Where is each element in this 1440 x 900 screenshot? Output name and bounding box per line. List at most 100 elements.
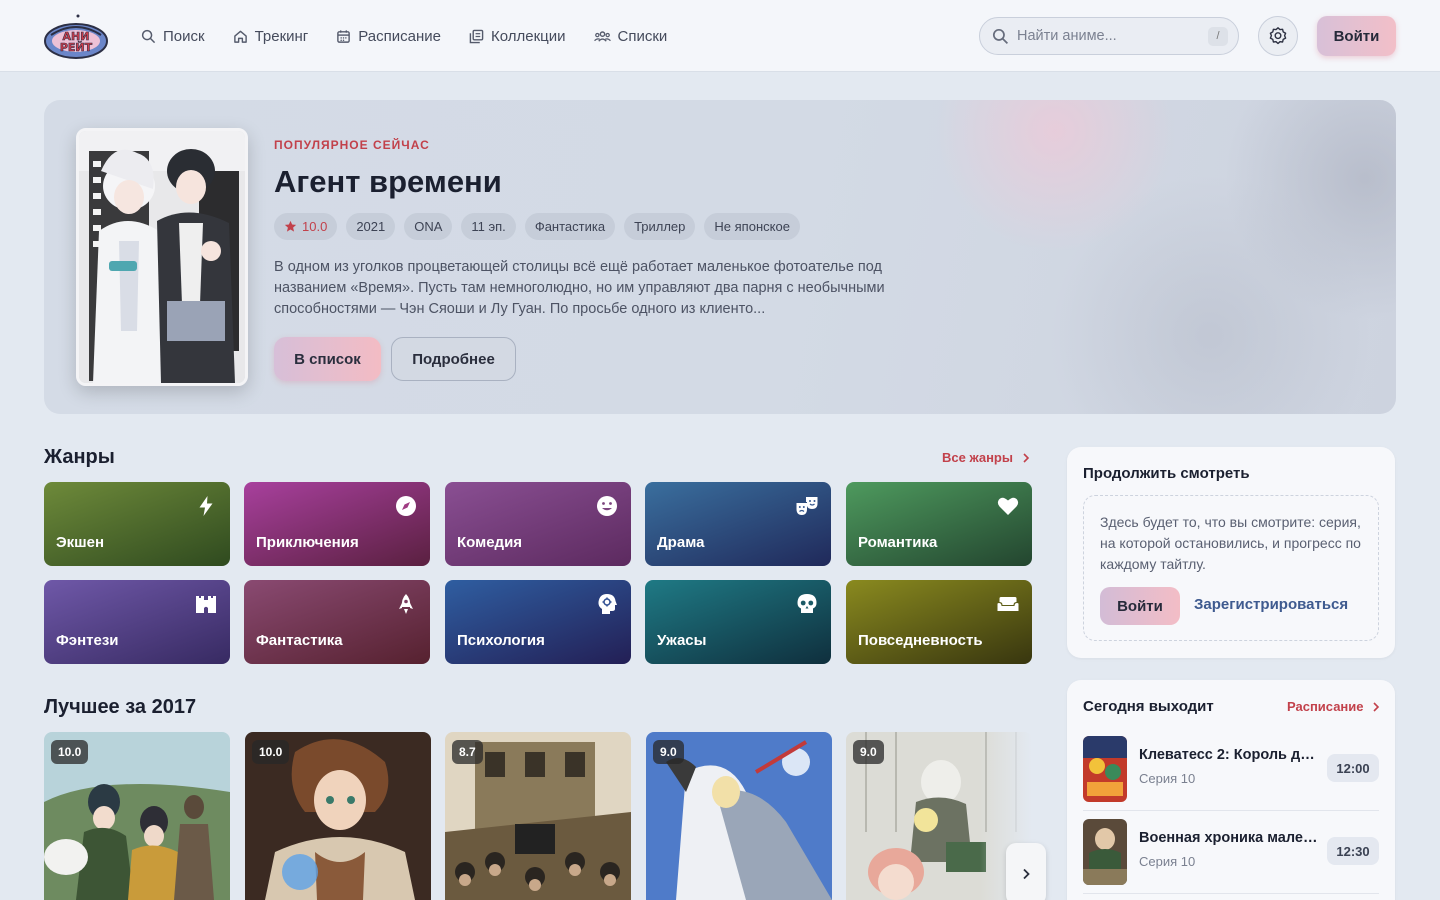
calendar-icon [337, 29, 351, 43]
panel-login-button[interactable]: Войти [1100, 587, 1180, 625]
schedule-link[interactable]: Расписание [1287, 699, 1383, 714]
nav-schedule[interactable]: Расписание [336, 22, 441, 50]
settings-button[interactable] [1258, 16, 1298, 56]
hero-poster[interactable] [76, 128, 248, 386]
genre-card-fantasy[interactable]: Фэнтези [44, 580, 230, 664]
today-title: Сегодня выходит [1083, 698, 1214, 715]
login-button[interactable]: Войти [1317, 16, 1396, 56]
continue-watching-panel: Продолжить смотреть Здесь будет то, что … [1067, 447, 1395, 658]
genre-card-action[interactable]: Экшен [44, 482, 230, 566]
smile-icon [597, 496, 617, 516]
all-genres-link[interactable]: Все жанры [942, 450, 1033, 465]
schedule-time-badge: 12:00 [1327, 754, 1379, 782]
schedule-item[interactable]: Клеватесс 2: Король де... Серия 10 12:00 [1083, 736, 1379, 819]
score-badge: 8.7 [452, 740, 483, 764]
meta-chip-genre: Фантастика [524, 213, 616, 240]
sofa-icon [997, 597, 1019, 611]
schedule-item[interactable]: Военная хроника мален... Серия 10 12:30 [1083, 819, 1379, 900]
schedule-link-label: Расписание [1287, 699, 1364, 714]
meta-chip-format: ONA [404, 213, 453, 240]
users-icon [593, 30, 611, 42]
schedule-thumbnail [1083, 819, 1127, 885]
register-link[interactable]: Зарегистрироваться [1194, 596, 1348, 613]
search-box[interactable]: / [979, 17, 1239, 55]
nav-search-label: Поиск [163, 27, 205, 45]
anime-card[interactable]: 10.0 [44, 732, 230, 900]
search-input[interactable] [1017, 28, 1197, 44]
divider [1083, 810, 1379, 811]
meta-chip-episodes: 11 эп. [461, 213, 516, 240]
schedule-episode: Серия 10 [1139, 854, 1196, 869]
schedule-title: Клеватесс 2: Король де... [1139, 747, 1319, 763]
genre-card-romance[interactable]: Романтика [846, 482, 1032, 566]
nav-tracking[interactable]: Трекинг [233, 22, 309, 50]
schedule-time-badge: 12:30 [1327, 837, 1379, 865]
genre-card-psychology[interactable]: Психология [445, 580, 631, 664]
empty-state-text: Здесь будет то, что вы смотрите: серия, … [1100, 514, 1361, 572]
genre-label: Фантастика [256, 632, 343, 649]
nav-tracking-label: Трекинг [254, 27, 309, 45]
details-button[interactable]: Подробнее [391, 337, 516, 381]
rating-value: 10.0 [302, 219, 328, 234]
hero-banner: ПОПУЛЯРНОЕ СЕЙЧАС Агент времени 10.0 202… [44, 100, 1396, 414]
chevron-right-icon [1023, 868, 1030, 880]
gear-icon [1269, 27, 1287, 45]
brain-icon [598, 594, 617, 614]
star-icon [284, 220, 297, 232]
genre-label: Повседневность [858, 632, 983, 649]
castle-icon [196, 596, 216, 613]
hero-meta-chips: 10.0 2021 ONA 11 эп. Фантастика Триллер … [274, 213, 809, 240]
genre-label: Драма [657, 534, 705, 551]
continue-watching-empty-state: Здесь будет то, что вы смотрите: серия, … [1083, 495, 1379, 641]
genre-label: Комедия [457, 534, 523, 551]
divider [1083, 893, 1379, 894]
nav-collections[interactable]: Коллекции [469, 22, 566, 50]
add-to-list-button[interactable]: В список [274, 337, 381, 381]
genre-label: Романтика [858, 534, 938, 551]
nav-collections-label: Коллекции [490, 27, 566, 45]
heart-icon [997, 497, 1019, 515]
schedule-thumbnail [1083, 736, 1127, 802]
main-nav: Поиск Трекинг Расписание Коллекции Списк… [141, 22, 695, 50]
genre-card-sci-fi[interactable]: Фантастика [244, 580, 430, 664]
collections-icon [469, 29, 484, 43]
genre-label: Экшен [56, 534, 105, 551]
meta-chip-year: 2021 [346, 213, 396, 240]
anime-card[interactable]: 10.0 [245, 732, 431, 900]
lightning-icon [199, 496, 213, 516]
genre-card-adventure[interactable]: Приключения [244, 482, 430, 566]
genre-card-comedy[interactable]: Комедия [445, 482, 631, 566]
best-of-title: Лучшее за 2017 [44, 696, 197, 718]
score-badge: 9.0 [653, 740, 684, 764]
search-shortcut-hint: / [1208, 27, 1228, 46]
all-genres-label: Все жанры [942, 450, 1013, 465]
nav-search[interactable]: Поиск [141, 22, 205, 50]
genre-label: Психология [457, 632, 545, 649]
compass-icon [396, 496, 416, 516]
chevron-right-icon [1372, 701, 1379, 712]
nav-lists-label: Списки [617, 27, 668, 45]
masks-icon [796, 497, 818, 515]
anime-card[interactable]: 8.7 [445, 732, 631, 900]
nav-lists[interactable]: Списки [593, 22, 668, 50]
anime-card[interactable]: 9.0 [646, 732, 832, 900]
genre-label: Ужасы [657, 632, 707, 649]
carousel-next-button[interactable] [1006, 843, 1046, 900]
hero-title[interactable]: Агент времени [274, 164, 502, 200]
hero-kicker: ПОПУЛЯРНОЕ СЕЙЧАС [274, 138, 430, 152]
skull-icon [797, 594, 817, 613]
genre-label: Фэнтези [56, 632, 119, 649]
top-header: АНИ РЕЙТ Поиск Трекинг Расписание Коллек… [0, 0, 1440, 72]
search-icon [141, 29, 156, 43]
home-icon [233, 30, 247, 43]
genre-card-drama[interactable]: Драма [645, 482, 831, 566]
genre-label: Приключения [256, 534, 359, 551]
rating-chip: 10.0 [274, 213, 338, 240]
nav-schedule-label: Расписание [358, 27, 441, 45]
schedule-episode: Серия 10 [1139, 771, 1196, 786]
rocket-icon [399, 594, 413, 614]
svg-text:РЕЙТ: РЕЙТ [60, 41, 93, 54]
genre-card-horror[interactable]: Ужасы [645, 580, 831, 664]
genre-card-slice-of-life[interactable]: Повседневность [846, 580, 1032, 664]
site-logo[interactable]: АНИ РЕЙТ [43, 13, 109, 61]
